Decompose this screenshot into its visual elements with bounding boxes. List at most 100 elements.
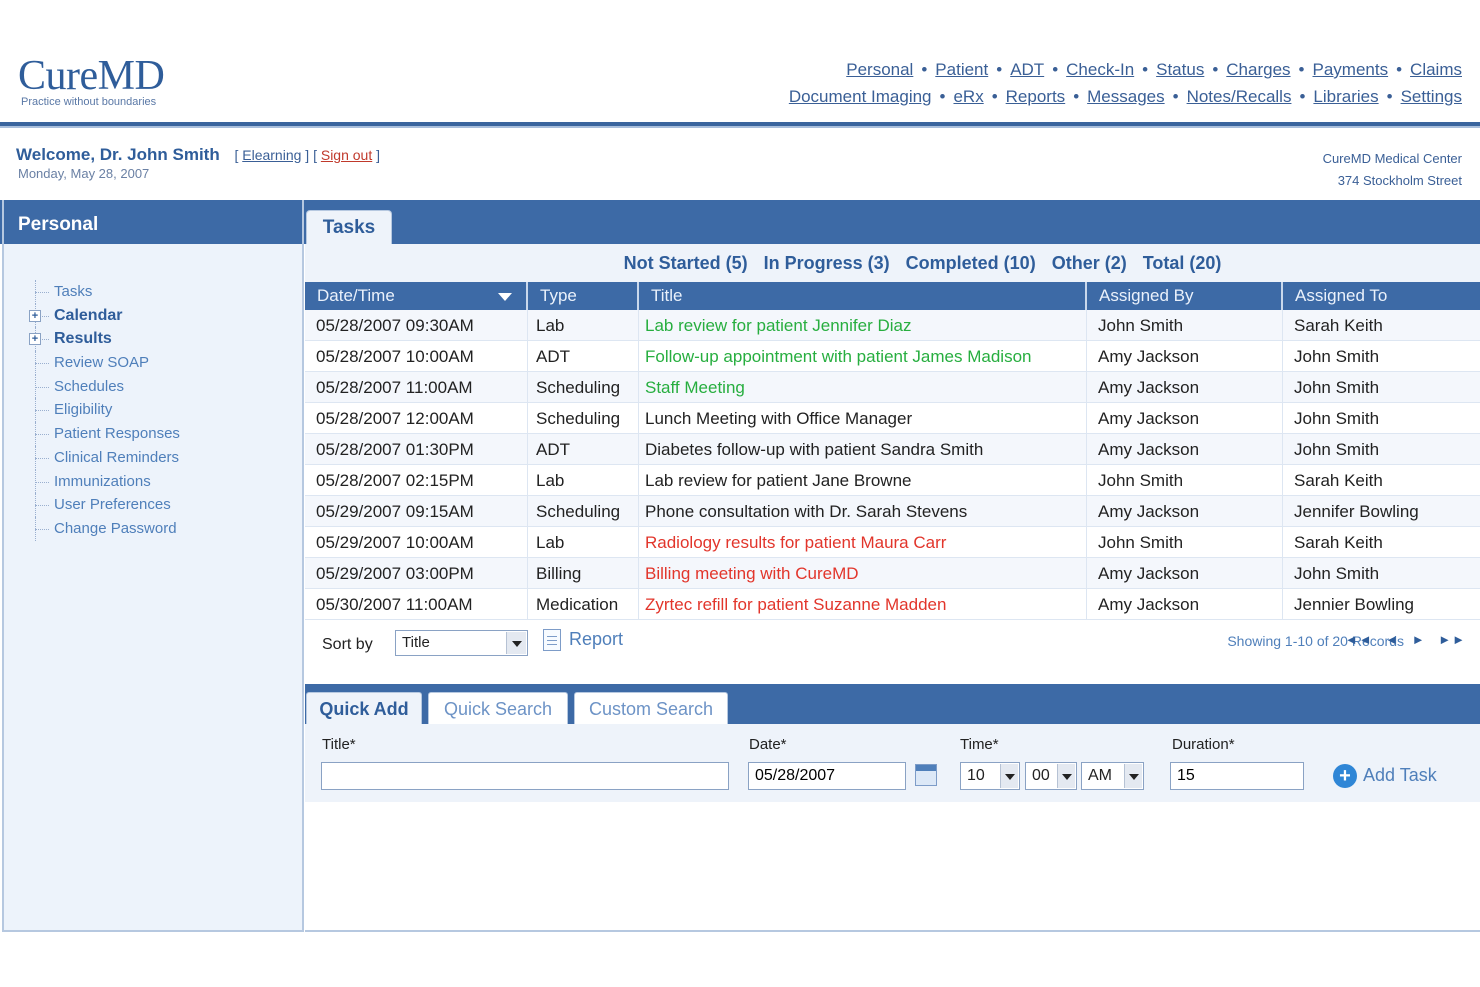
elearning-link[interactable]: Elearning — [242, 147, 301, 163]
cell-title[interactable]: Lunch Meeting with Office Manager — [639, 403, 1087, 433]
first-page-icon[interactable]: ◄◄ — [1345, 632, 1373, 647]
cell-title[interactable]: Phone consultation with Dr. Sarah Steven… — [639, 496, 1087, 526]
cell-title[interactable]: Lab review for patient Jennifer Diaz — [639, 310, 1087, 340]
cell-title[interactable]: Staff Meeting — [639, 372, 1087, 402]
column-header-assigned-by[interactable]: Assigned By — [1087, 282, 1283, 310]
hour-select[interactable]: 10 — [960, 762, 1020, 790]
ampm-select[interactable]: AM — [1081, 762, 1144, 790]
curemd-logo[interactable]: CureMD Practice without boundaries — [18, 55, 165, 108]
table-row[interactable]: 05/28/2007 01:30PM ADT Diabetes follow-up … — [305, 434, 1480, 465]
filter-total[interactable]: Total (20) — [1143, 253, 1222, 273]
next-page-icon[interactable]: ► — [1412, 632, 1426, 647]
cell-title[interactable]: Follow-up appointment with patient James… — [639, 341, 1087, 371]
nav-link-patient[interactable]: Patient — [935, 60, 988, 79]
cell-title[interactable]: Billing meeting with CureMD — [639, 558, 1087, 588]
cell-datetime: 05/28/2007 12:00AM — [305, 403, 528, 433]
cell-assigned-by: Amy Jackson — [1087, 372, 1283, 402]
top-nav-row-2: Document Imaging • eRx • Reports • Messages • No… — [789, 87, 1462, 107]
chevron-down-icon — [1057, 764, 1075, 788]
sort-by-select[interactable]: Title — [395, 630, 528, 656]
table-row[interactable]: 05/29/2007 10:00AM Lab Radiology results f… — [305, 527, 1480, 558]
cell-assigned-to: Jennifer Bowling — [1294, 502, 1419, 521]
nav-link-status[interactable]: Status — [1156, 60, 1204, 79]
nav-link-settings[interactable]: Settings — [1401, 87, 1462, 106]
cell-title[interactable]: Radiology results for patient Maura Carr — [639, 527, 1087, 557]
sidebar-item-label: Results — [54, 330, 112, 348]
sidebar-item-calendar[interactable]: + Calendar — [26, 303, 302, 328]
nav-separator: • — [1172, 87, 1179, 106]
column-header-title[interactable]: Title — [639, 282, 1087, 310]
sidebar-item-patient-responses[interactable]: Patient Responses — [26, 422, 302, 446]
table-row[interactable]: 05/29/2007 03:00PM Billing Billing meeting… — [305, 558, 1480, 589]
filter-other[interactable]: Other (2) — [1052, 253, 1127, 273]
cell-title[interactable]: Lab review for patient Jane Browne — [639, 465, 1087, 495]
sidebar-item-change-password[interactable]: Change Password — [26, 516, 302, 541]
header-divider — [0, 122, 1480, 128]
sort-desc-icon[interactable] — [498, 293, 512, 301]
sidebar-item-label: Eligibility — [54, 401, 113, 419]
sidebar: Personal Tasks + Calendar + Results Review SO… — [2, 200, 304, 932]
prev-page-icon[interactable]: ◄ — [1385, 632, 1399, 647]
nav-link-check-in[interactable]: Check-In — [1066, 60, 1134, 79]
nav-link-payments[interactable]: Payments — [1313, 60, 1389, 79]
nav-separator: • — [996, 60, 1003, 79]
nav-link-document-imaging[interactable]: Document Imaging — [789, 87, 932, 106]
duration-input[interactable] — [1170, 762, 1304, 790]
tab-quick-add[interactable]: Quick Add — [306, 692, 422, 724]
current-date: Monday, May 28, 2007 — [18, 166, 150, 181]
minute-select[interactable]: 00 — [1025, 762, 1077, 790]
filter-not-started[interactable]: Not Started (5) — [624, 253, 748, 273]
nav-separator: • — [921, 60, 928, 79]
table-row[interactable]: 05/28/2007 09:30AM Lab Lab review for pati… — [305, 310, 1480, 341]
expand-icon[interactable]: + — [29, 309, 41, 322]
sidebar-item-user-preferences[interactable]: User Preferences — [26, 493, 302, 517]
bracket-open: [ — [234, 147, 239, 163]
sidebar-item-clinical-reminders[interactable]: Clinical Reminders — [26, 445, 302, 470]
last-page-icon[interactable]: ►► — [1438, 632, 1466, 647]
table-row[interactable]: 05/28/2007 10:00AM ADT Follow-up appointme… — [305, 341, 1480, 372]
nav-link-messages[interactable]: Messages — [1087, 87, 1164, 106]
nav-link-personal[interactable]: Personal — [846, 60, 913, 79]
sidebar-item-immunizations[interactable]: Immunizations — [26, 469, 302, 494]
add-task-button[interactable]: + Add Task — [1333, 764, 1437, 788]
nav-link-erx[interactable]: eRx — [953, 87, 983, 106]
column-header-type[interactable]: Type — [528, 282, 639, 310]
sidebar-item-eligibility[interactable]: Eligibility — [26, 398, 302, 422]
cell-type: Medication — [528, 589, 639, 619]
title-input[interactable] — [321, 762, 729, 790]
table-row[interactable]: 05/28/2007 11:00AM Scheduling Staff Meetin… — [305, 372, 1480, 403]
nav-link-adt[interactable]: ADT — [1010, 60, 1044, 79]
nav-link-notes-recalls[interactable]: Notes/Recalls — [1187, 87, 1292, 106]
expand-icon[interactable]: + — [29, 333, 41, 346]
table-row[interactable]: 05/28/2007 02:15PM Lab Lab review for pati… — [305, 465, 1480, 496]
chevron-down-icon — [506, 632, 526, 654]
tab-quick-search[interactable]: Quick Search — [428, 692, 568, 724]
sidebar-item-tasks[interactable]: Tasks — [26, 280, 302, 304]
report-button[interactable]: Report — [543, 629, 623, 652]
cell-title[interactable]: Zyrtec refill for patient Suzanne Madden — [639, 589, 1087, 619]
tab-tasks[interactable]: Tasks — [306, 210, 392, 244]
cell-title[interactable]: Diabetes follow-up with patient Sandra S… — [639, 434, 1087, 464]
table-row[interactable]: 05/28/2007 12:00AM Scheduling Lunch Meetin… — [305, 403, 1480, 434]
sign-out-link[interactable]: Sign out — [321, 147, 372, 163]
calendar-icon[interactable] — [915, 764, 937, 786]
sidebar-item-results[interactable]: + Results — [26, 327, 302, 351]
nav-link-claims[interactable]: Claims — [1410, 60, 1462, 79]
table-row[interactable]: 05/29/2007 09:15AM Scheduling Phone consul… — [305, 496, 1480, 527]
organization-info: CureMD Medical Center 374 Stockholm Stre… — [1323, 148, 1462, 192]
sidebar-item-review-soap[interactable]: Review SOAP — [26, 351, 302, 375]
date-input[interactable] — [748, 762, 906, 790]
filter-completed[interactable]: Completed (10) — [906, 253, 1036, 273]
grid-footer: Sort by Title Report Showing 1-10 of 20 … — [305, 620, 1480, 664]
top-nav-row-1: Personal • Patient • ADT • Check-In • Status • Cha… — [846, 60, 1462, 80]
column-header-assigned-to[interactable]: Assigned To — [1283, 282, 1480, 310]
cell-assigned-to: Jennier Bowling — [1294, 595, 1415, 614]
nav-link-reports[interactable]: Reports — [1006, 87, 1066, 106]
sidebar-item-schedules[interactable]: Schedules — [26, 374, 302, 399]
filter-in-progress[interactable]: In Progress (3) — [764, 253, 890, 273]
nav-link-libraries[interactable]: Libraries — [1313, 87, 1378, 106]
nav-link-charges[interactable]: Charges — [1226, 60, 1290, 79]
table-row[interactable]: 05/30/2007 11:00AM Medication Zyrtec refil… — [305, 589, 1480, 620]
tab-custom-search[interactable]: Custom Search — [574, 692, 728, 724]
column-header-datetime[interactable]: Date/Time — [305, 282, 528, 310]
